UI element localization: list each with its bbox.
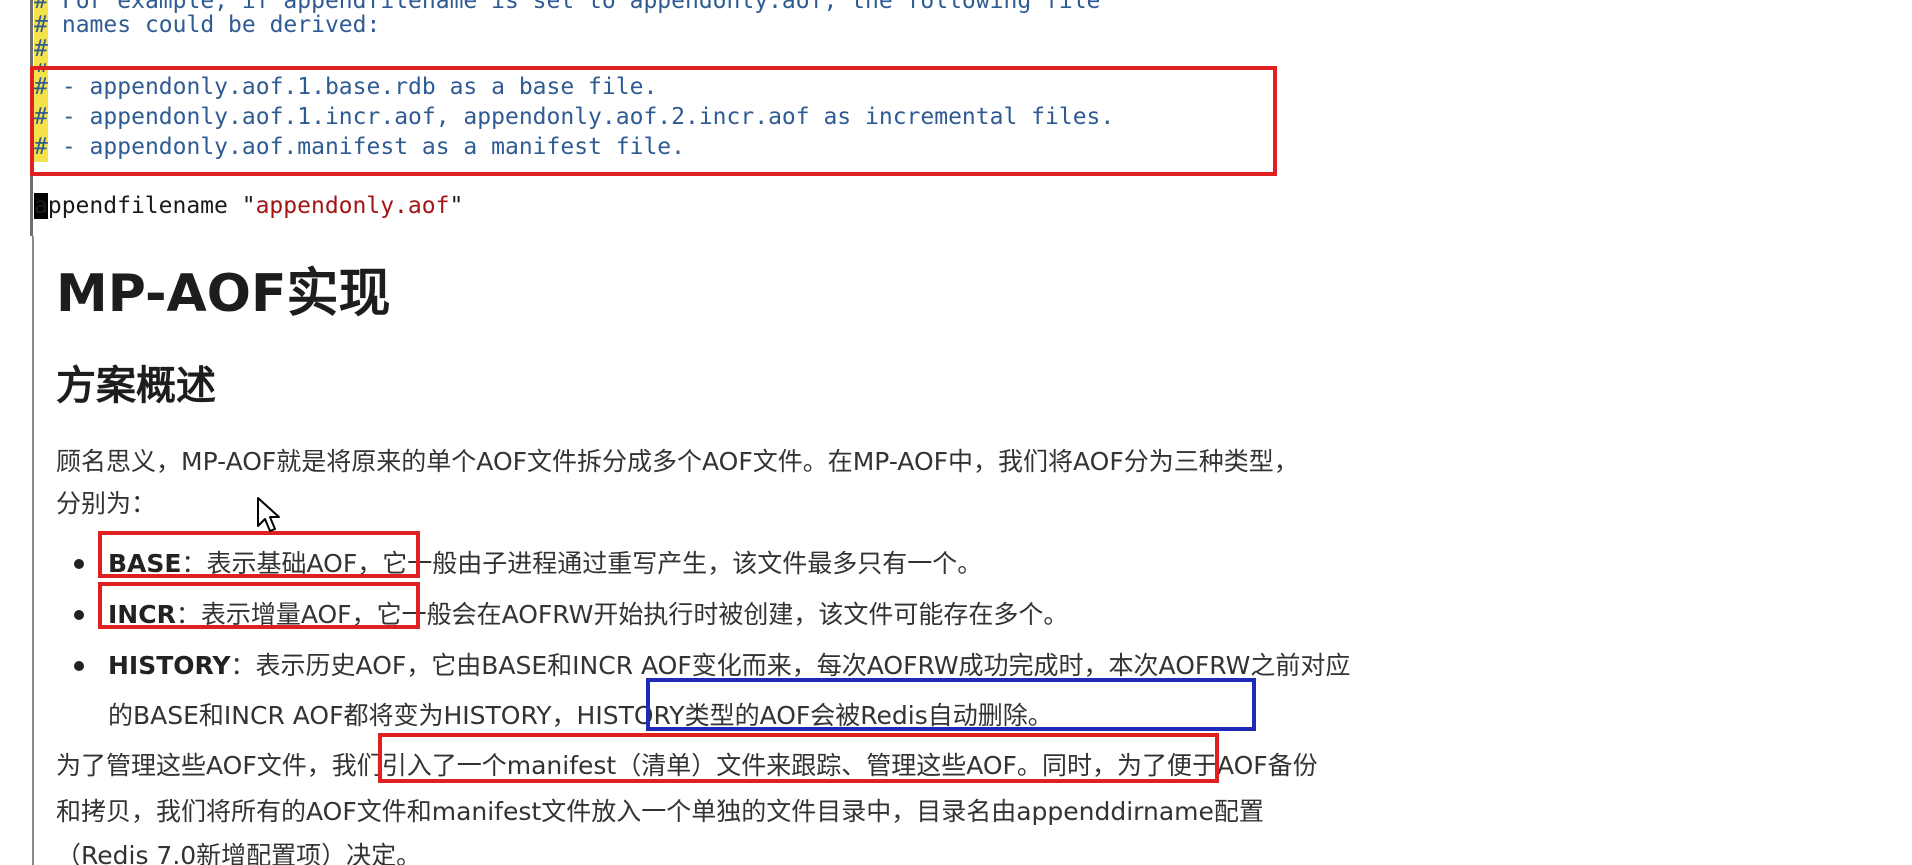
code-line-2: # names could be derived:: [34, 10, 380, 40]
intro-paragraph-line2: 分别为：: [56, 489, 157, 518]
annotation-box-base: [98, 531, 420, 578]
bullet-term: HISTORY: [108, 651, 231, 680]
directive-open-quote: ": [227, 193, 256, 219]
directive-value: appendonly.aof: [255, 193, 450, 219]
annotation-box-history-delete: [646, 678, 1256, 731]
intro-paragraph-line1: 顾名思义，MP-AOF就是将原来的单个AOF文件拆分成多个AOF文件。在MP-A…: [56, 447, 1299, 476]
text-cursor: a: [34, 193, 48, 219]
page-title: MP-AOF实现: [56, 264, 391, 324]
annotation-box-incr: [98, 582, 420, 629]
manifest-lead: 为了管理这些AOF文件，: [56, 751, 332, 780]
annotation-box-manifest: [378, 733, 1219, 783]
manifest-paragraph-line3: （Redis 7.0新增配置项）决定。: [56, 841, 422, 865]
comment-text: names could be derived:: [61, 12, 381, 38]
code-editor[interactable]: # For example, if appendfilename is set …: [0, 0, 1912, 236]
bullet-dot: [74, 661, 84, 671]
directive-keyword: ppendfilename: [47, 193, 228, 219]
directive-close-quote: ": [449, 193, 464, 219]
manifest-paragraph-line2: 和拷贝，我们将所有的AOF文件和manifest文件放入一个单独的文件目录中，目…: [56, 797, 1264, 826]
document-left-rule: [32, 236, 34, 865]
bullet-dot: [74, 610, 84, 620]
bullet-description: 的BASE和INCR AOF都将变为HISTORY，: [108, 701, 577, 730]
bullet-dot: [74, 559, 84, 569]
section-heading: 方案概述: [56, 363, 216, 409]
arrow-cursor-icon: [257, 497, 280, 532]
annotation-box-file-names: [30, 66, 1277, 176]
code-line-directive: appendfilename "appendonly.aof": [34, 191, 463, 221]
bullet-description: 它一般由子进程通过重写产生，该文件最多只有一个。: [382, 549, 983, 578]
bullet-description: ：表示历史AOF，它由BASE和INCR AOF变化而来，每次AOFRW成功完成…: [230, 651, 1351, 680]
document-body: MP-AOF实现 方案概述 顾名思义，MP-AOF就是将原来的单个AOF文件拆分…: [0, 236, 1912, 865]
bullet-description: 它一般会在AOFRW开始执行时被创建，该文件可能存在多个。: [376, 600, 1069, 629]
